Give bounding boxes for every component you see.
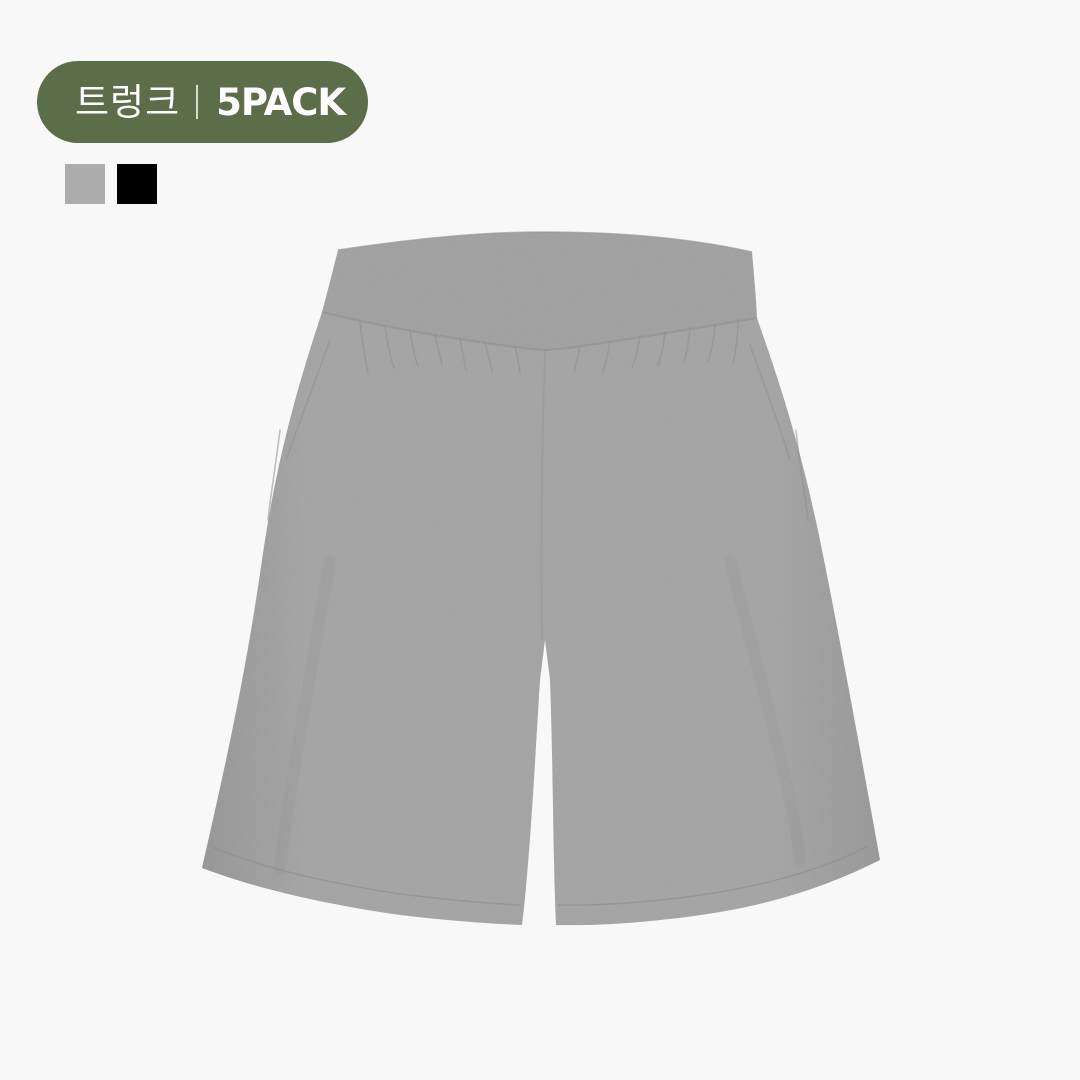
shorts-product-image — [202, 231, 880, 926]
